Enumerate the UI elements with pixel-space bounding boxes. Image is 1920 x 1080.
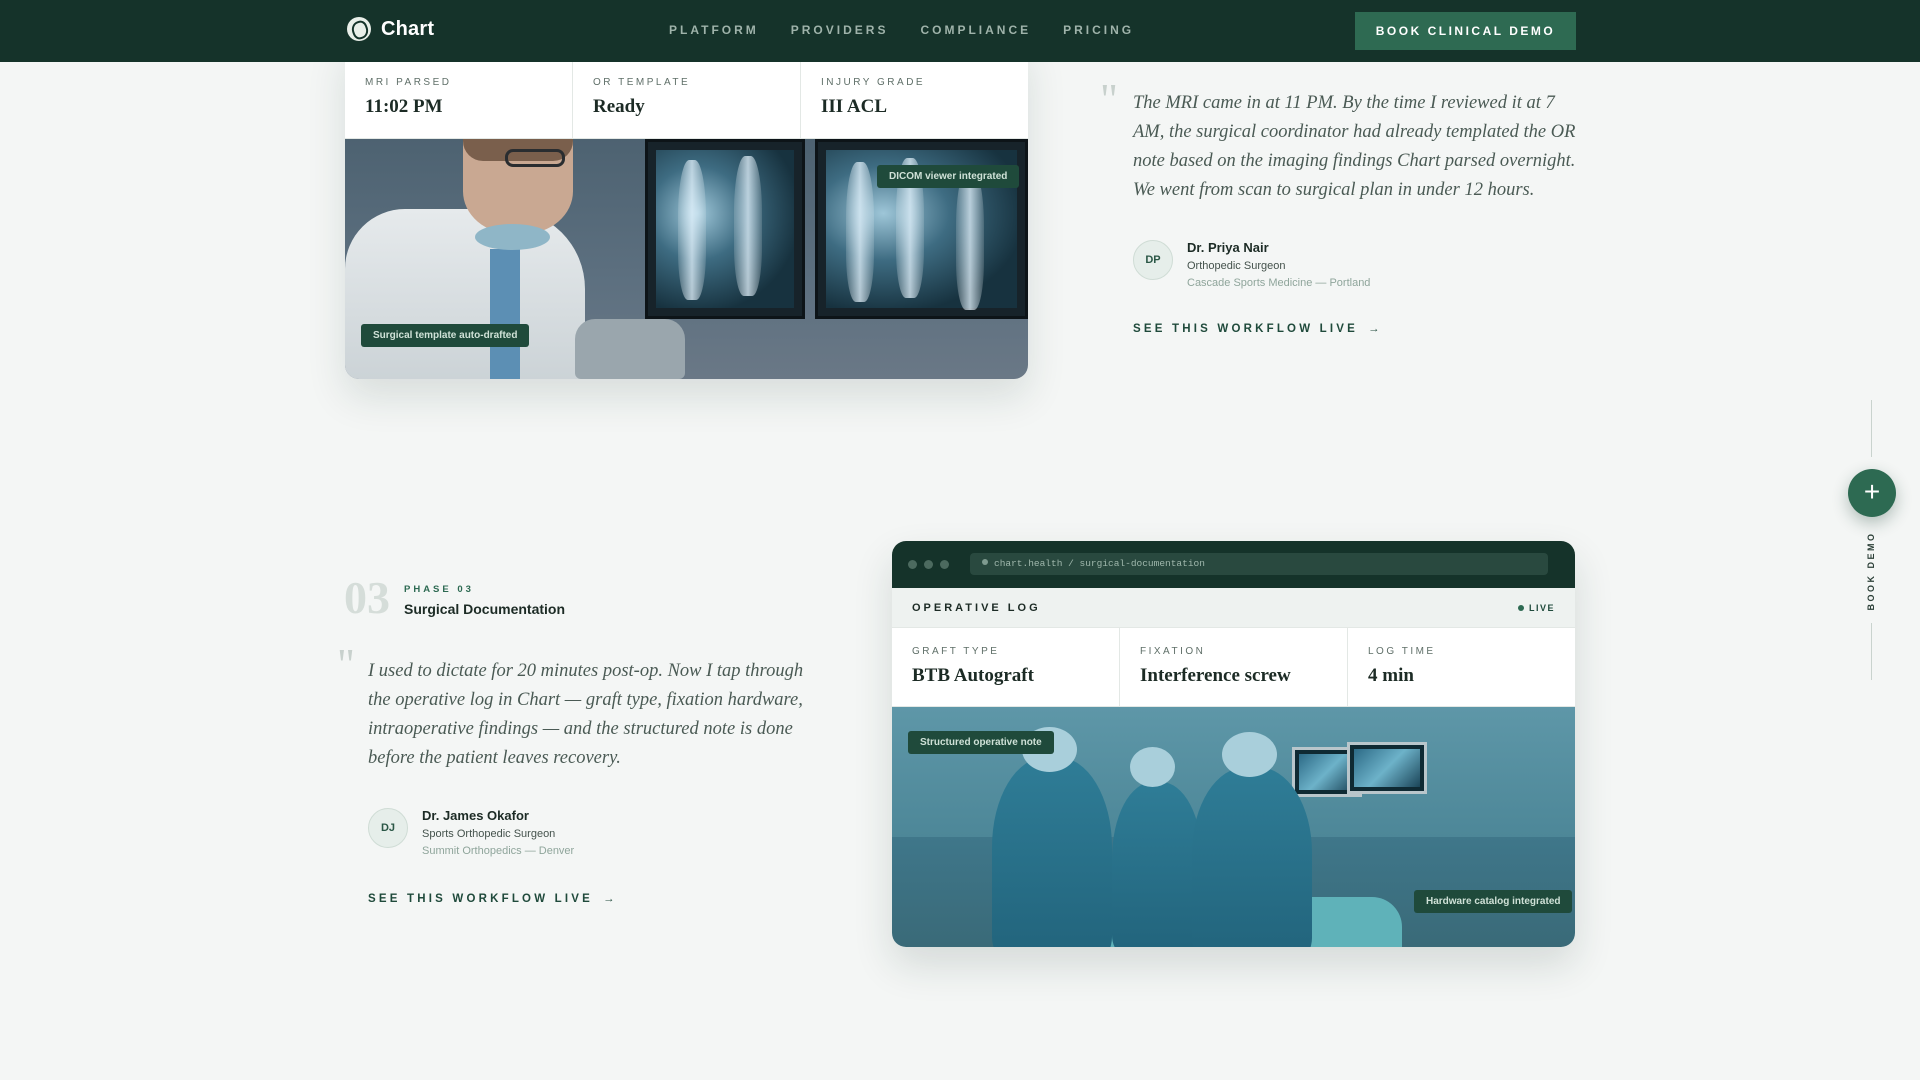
testimonial-quote: I used to dictate for 20 minutes post-op… [368,661,804,768]
stat-value: III ACL [821,96,887,117]
arrow-right-icon: → [603,893,618,905]
window-controls [908,560,949,569]
testimonial-author: DJ Dr. James Okafor Sports Orthopedic Su… [368,808,574,857]
nav-link-compliance[interactable]: COMPLIANCE [920,23,1031,37]
author-role: Sports Orthopedic Surgeon [422,828,556,840]
author-org: Cascade Sports Medicine — Portland [1187,277,1371,289]
arrow-right-icon: → [1368,323,1383,335]
nav-link-providers[interactable]: PROVIDERS [791,23,889,37]
quote-mark-icon: " [337,640,355,689]
testimonial-author: DP Dr. Priya Nair Orthopedic Surgeon Cas… [1133,240,1370,289]
browser-chrome: chart.health / surgical-documentation [892,541,1575,588]
phase-number: 03 [344,572,390,623]
phase-eyebrow: PHASE 03 [404,584,474,595]
stat-label: INJURY GRADE [821,77,926,88]
stat-label: LOG TIME [1368,646,1436,657]
author-role: Orthopedic Surgeon [1187,260,1286,272]
rail-divider [1871,400,1872,457]
surgeon-figure [1112,782,1202,947]
quote-mark-icon: " [1100,75,1118,124]
window-dot-icon[interactable] [908,560,917,569]
link-label: SEE THIS WORKFLOW LIVE [368,893,594,905]
see-workflow-live-link[interactable]: SEE THIS WORKFLOW LIVE → [368,893,618,905]
top-nav: Chart PLATFORM PROVIDERS COMPLIANCE PRIC… [0,0,1920,62]
author-name: Dr. James Okafor [422,808,529,823]
nav-link-pricing[interactable]: PRICING [1063,23,1134,37]
book-clinical-demo-button[interactable]: BOOK CLINICAL DEMO [1355,12,1576,50]
link-label: SEE THIS WORKFLOW LIVE [1133,323,1359,335]
nav-links: PLATFORM PROVIDERS COMPLIANCE PRICING [669,23,1134,37]
surgeon-figure [992,757,1112,947]
author-name: Dr. Priya Nair [1187,240,1269,255]
stat-log-time: LOG TIME 4 min [1348,628,1575,706]
chart-logo-icon [347,17,371,41]
stat-value: Interference screw [1140,665,1291,686]
avatar: DJ [368,808,408,848]
testimonial-quote: The MRI came in at 11 PM. By the time I … [1133,93,1576,200]
author-org: Summit Orthopedics — Denver [422,845,575,857]
dicom-viewer-badge: DICOM viewer integrated [877,165,1020,188]
stat-value: BTB Autograft [912,665,1034,686]
operative-stats-row: GRAFT TYPE BTB Autograft FIXATION Interf… [892,628,1575,707]
brand-logo[interactable]: Chart [347,17,434,41]
stat-graft-type: GRAFT TYPE BTB Autograft [892,628,1120,706]
stat-value: 4 min [1368,665,1414,686]
phase-title: Surgical Documentation [404,601,566,617]
radiologist-photo: DICOM viewer integrated Surgical templat… [345,139,1028,379]
mri-workflow-card: MRI PARSED 11:02 PM OR TEMPLATE Ready IN… [345,40,1028,379]
rail-divider [1871,623,1872,680]
operative-log-window: chart.health / surgical-documentation OP… [892,541,1575,947]
xray-monitor [645,139,805,319]
window-dot-icon[interactable] [940,560,949,569]
stat-label: GRAFT TYPE [912,646,1000,657]
address-bar[interactable]: chart.health / surgical-documentation [970,553,1548,575]
nav-link-platform[interactable]: PLATFORM [669,23,759,37]
stat-label: MRI PARSED [365,77,452,88]
operative-log-header: OPERATIVE LOG LIVE [892,588,1575,628]
book-demo-rail-label[interactable]: BOOK DEMO [1866,531,1876,610]
operating-room-photo: Structured operative note Hardware catal… [892,707,1575,947]
stat-value: 11:02 PM [365,96,443,117]
stat-value: Ready [593,96,645,117]
surgical-template-badge: Surgical template auto-drafted [361,324,530,347]
live-status-badge: LIVE [1518,603,1555,613]
stat-fixation: FIXATION Interference screw [1120,628,1348,706]
brand-name: Chart [381,17,435,40]
window-dot-icon[interactable] [924,560,933,569]
structured-note-badge: Structured operative note [908,731,1054,754]
avatar: DP [1133,240,1173,280]
operative-log-title: OPERATIVE LOG [912,601,1041,614]
stat-label: OR TEMPLATE [593,77,691,88]
plus-icon[interactable]: + [1848,469,1896,517]
see-workflow-live-link[interactable]: SEE THIS WORKFLOW LIVE → [1133,323,1383,335]
stat-label: FIXATION [1140,646,1206,657]
hardware-catalog-badge: Hardware catalog integrated [1414,890,1573,913]
surgeon-figure [1192,767,1312,947]
